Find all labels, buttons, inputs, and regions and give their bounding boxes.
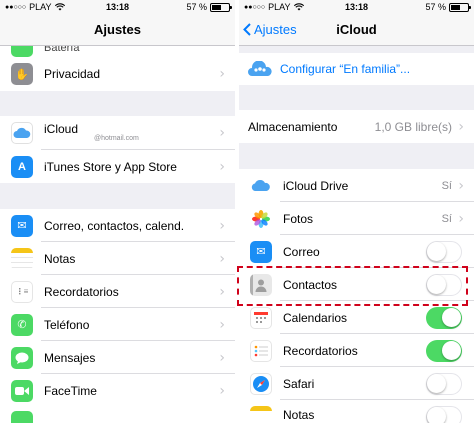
storage-value: 1,0 GB libre(s) xyxy=(374,119,452,134)
settings-item-notes[interactable]: Notas › xyxy=(0,242,235,275)
status-bar: ●●○○○ PLAY 13:18 57 % xyxy=(239,0,474,14)
signal-icon: ●●○○○ xyxy=(5,3,27,11)
settings-item-next xyxy=(0,407,235,423)
settings-screen: ●●○○○PLAY 13:18 57 % Ajustes Batería Aju… xyxy=(0,0,235,423)
chevron-left-icon xyxy=(243,23,251,36)
storage-row[interactable]: Almacenamiento 1,0 GB libre(s) › xyxy=(239,110,474,143)
icloud-icon xyxy=(11,122,33,144)
icloud-account: @hotmail.com xyxy=(94,135,139,142)
app-row-safari: Safari xyxy=(239,367,474,400)
reminders-icon xyxy=(250,339,272,362)
status-bar: ●●○○○ PLAY 13:18 57 % xyxy=(0,0,235,14)
settings-item-phone[interactable]: ✆ Teléfono › xyxy=(0,308,235,341)
chevron-right-icon: › xyxy=(219,316,225,333)
app-row-icloud-drive[interactable]: iCloud Drive Sí › xyxy=(239,169,474,202)
chevron-right-icon: › xyxy=(458,210,464,227)
facetime-icon xyxy=(11,379,33,402)
notes-icon xyxy=(11,247,33,270)
calendar-icon xyxy=(250,306,272,329)
chevron-right-icon: › xyxy=(458,118,464,135)
chevron-right-icon: › xyxy=(219,66,225,82)
carrier: ●●○○○ PLAY xyxy=(244,2,304,12)
battery-fill xyxy=(451,4,461,10)
safari-icon xyxy=(250,372,272,395)
chevron-right-icon: › xyxy=(219,250,225,267)
settings-item-messages[interactable]: Mensajes › xyxy=(0,341,235,374)
hand-icon: ✋ xyxy=(11,63,33,85)
signal-icon: ●●○○○ xyxy=(244,3,266,11)
app-row-mail: ✉ Correo xyxy=(239,235,474,268)
page-title: iCloud xyxy=(336,22,377,37)
phone-icon: ✆ xyxy=(11,313,33,336)
app-icon xyxy=(11,411,33,423)
icloud-drive-icon xyxy=(250,174,272,197)
battery-icon xyxy=(210,2,232,12)
contacts-highlight-box xyxy=(237,266,468,306)
chevron-right-icon: › xyxy=(219,217,225,234)
battery-percent: 57 % xyxy=(425,2,446,12)
battery-percent: 57 % xyxy=(186,2,207,12)
settings-item-privacy[interactable]: ✋ Privacidad › xyxy=(0,57,235,91)
messages-icon xyxy=(11,346,33,369)
chevron-right-icon: › xyxy=(219,349,225,366)
chevron-right-icon: › xyxy=(219,382,225,399)
notes-icon xyxy=(250,406,272,423)
nav-bar: Ajustes iCloud xyxy=(239,14,474,46)
calendars-toggle[interactable] xyxy=(426,306,462,329)
chevron-right-icon: › xyxy=(219,125,225,141)
settings-item-facetime[interactable]: FaceTime › xyxy=(0,374,235,407)
family-icon xyxy=(247,58,273,80)
page-title-overlay: Ajustes xyxy=(94,22,141,37)
photos-icon xyxy=(250,207,272,230)
reminders-icon: ⋮≡ xyxy=(11,280,33,303)
settings-item-icloud[interactable]: iCloud @hotmail.com › xyxy=(0,116,235,150)
battery-fill xyxy=(212,4,222,10)
icloud-screen: ●●○○○ PLAY 13:18 57 % Ajustes iCloud Conf… xyxy=(239,0,474,423)
safari-toggle[interactable] xyxy=(426,372,462,395)
wifi-icon xyxy=(293,3,304,11)
app-store-icon: A xyxy=(11,155,33,178)
settings-item-mail[interactable]: ✉ Correo, contactos, calend. › xyxy=(0,209,235,242)
mail-icon: ✉ xyxy=(11,214,33,237)
reminders-toggle[interactable] xyxy=(426,339,462,362)
notes-toggle[interactable] xyxy=(426,406,462,423)
mail-icon: ✉ xyxy=(250,240,272,263)
carrier: ●●○○○ PLAY xyxy=(5,2,65,12)
battery-icon xyxy=(449,2,471,12)
app-row-notes: Notas xyxy=(239,400,474,423)
app-row-photos[interactable]: Fotos Sí › xyxy=(239,202,474,235)
settings-item-itunes[interactable]: A iTunes Store y App Store › xyxy=(0,150,235,183)
family-sharing-button[interactable]: Configurar “En familia”... xyxy=(239,53,474,85)
settings-item-reminders[interactable]: ⋮≡ Recordatorios › xyxy=(0,275,235,308)
app-row-reminders: Recordatorios xyxy=(239,334,474,367)
wifi-icon xyxy=(54,3,65,11)
chevron-right-icon: › xyxy=(458,177,464,194)
chevron-right-icon: › xyxy=(219,158,225,175)
back-button[interactable]: Ajustes xyxy=(243,14,297,45)
chevron-right-icon: › xyxy=(219,283,225,300)
mail-toggle[interactable] xyxy=(426,240,462,263)
